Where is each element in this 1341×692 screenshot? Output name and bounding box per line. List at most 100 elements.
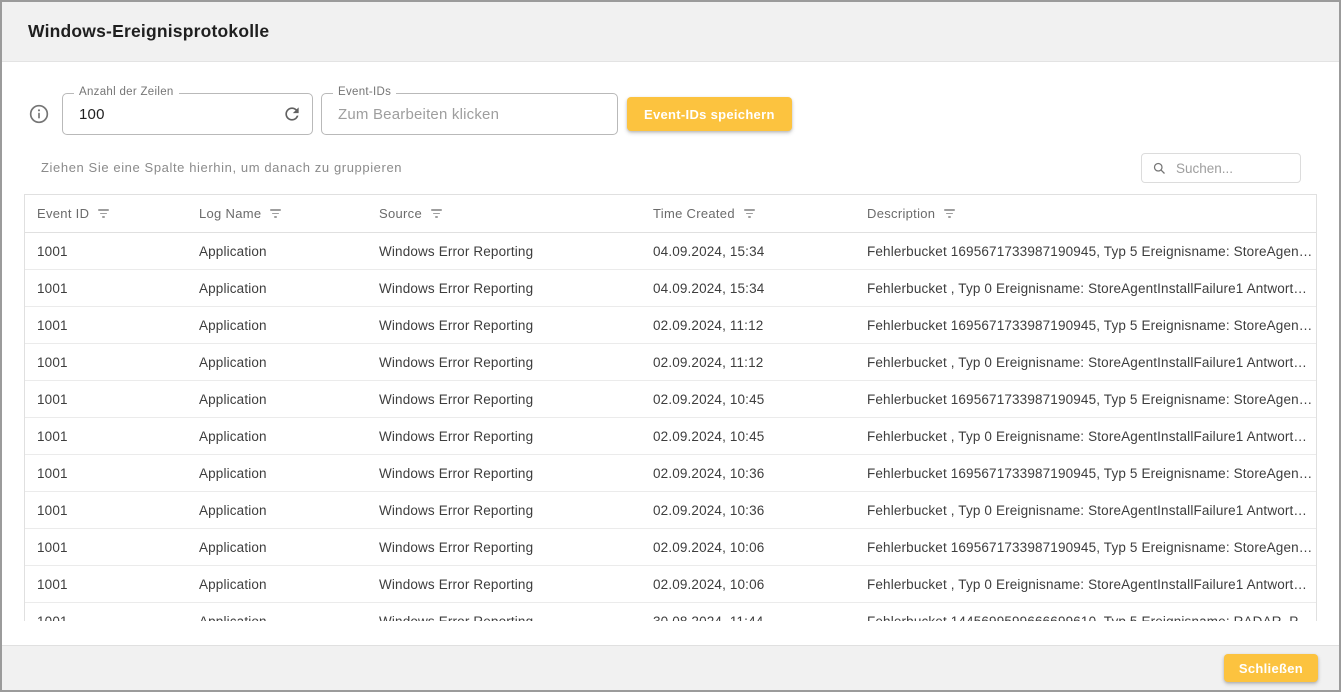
table-row[interactable]: 1001 Application Windows Error Reporting… (25, 233, 1316, 270)
cell-source: Windows Error Reporting (367, 233, 641, 269)
cell-log-name: Application (187, 455, 367, 491)
column-header-label: Event ID (37, 206, 89, 221)
cell-log-name: Application (187, 270, 367, 306)
filter-icon[interactable] (268, 205, 283, 222)
cell-log-name: Application (187, 307, 367, 343)
cell-time-created: 02.09.2024, 11:12 (641, 344, 855, 380)
cell-source: Windows Error Reporting (367, 418, 641, 454)
cell-time-created: 02.09.2024, 10:45 (641, 381, 855, 417)
cell-time-created: 02.09.2024, 10:06 (641, 529, 855, 565)
cell-log-name: Application (187, 492, 367, 528)
table-row[interactable]: 1001 Application Windows Error Reporting… (25, 344, 1316, 381)
cell-event-id: 1001 (25, 492, 187, 528)
group-by-hint: Ziehen Sie eine Spalte hierhin, um danac… (41, 160, 402, 175)
controls-row: Anzahl der Zeilen Event-IDs Event-IDs sp… (24, 93, 1317, 135)
column-header-label: Time Created (653, 206, 735, 221)
cell-source: Windows Error Reporting (367, 529, 641, 565)
save-event-ids-button[interactable]: Event-IDs speichern (627, 97, 792, 131)
row-count-field[interactable]: Anzahl der Zeilen (62, 93, 313, 135)
cell-event-id: 1001 (25, 529, 187, 565)
search-box[interactable] (1141, 153, 1301, 183)
table-row[interactable]: 1001 Application Windows Error Reporting… (25, 418, 1316, 455)
cell-source: Windows Error Reporting (367, 492, 641, 528)
cell-description: Fehlerbucket , Typ 0 Ereignisname: Store… (855, 566, 1316, 602)
cell-event-id: 1001 (25, 381, 187, 417)
cell-time-created: 30.08.2024, 11:44 (641, 603, 855, 621)
cell-source: Windows Error Reporting (367, 270, 641, 306)
cell-log-name: Application (187, 603, 367, 621)
cell-event-id: 1001 (25, 307, 187, 343)
column-header-label: Log Name (199, 206, 261, 221)
filter-icon[interactable] (429, 205, 444, 222)
cell-description: Fehlerbucket 1445699599666699610, Typ 5 … (855, 603, 1316, 621)
event-log-table: Event ID Log Name Source Time Created De… (24, 194, 1317, 621)
cell-event-id: 1001 (25, 270, 187, 306)
cell-time-created: 04.09.2024, 15:34 (641, 233, 855, 269)
table-row[interactable]: 1001 Application Windows Error Reporting… (25, 492, 1316, 529)
table-viewport: Event ID Log Name Source Time Created De… (24, 194, 1317, 621)
table-body: 1001 Application Windows Error Reporting… (25, 233, 1316, 621)
filter-icon[interactable] (742, 205, 757, 222)
cell-description: Fehlerbucket , Typ 0 Ereignisname: Store… (855, 270, 1316, 306)
cell-log-name: Application (187, 566, 367, 602)
column-header-label: Description (867, 206, 935, 221)
windows-event-logs-dialog: Windows-Ereignisprotokolle Anzahl der Ze… (0, 0, 1341, 692)
cell-time-created: 02.09.2024, 10:45 (641, 418, 855, 454)
column-header[interactable]: Source (367, 195, 641, 232)
cell-description: Fehlerbucket , Typ 0 Ereignisname: Store… (855, 344, 1316, 380)
table-row[interactable]: 1001 Application Windows Error Reporting… (25, 529, 1316, 566)
table-header-row: Event ID Log Name Source Time Created De… (25, 195, 1316, 233)
cell-time-created: 02.09.2024, 10:36 (641, 492, 855, 528)
table-row[interactable]: 1001 Application Windows Error Reporting… (25, 455, 1316, 492)
info-icon[interactable] (29, 104, 49, 124)
column-header[interactable]: Time Created (641, 195, 855, 232)
group-hint-row: Ziehen Sie eine Spalte hierhin, um danac… (24, 153, 1317, 183)
refresh-icon[interactable] (282, 104, 302, 124)
cell-event-id: 1001 (25, 566, 187, 602)
search-icon (1152, 161, 1167, 176)
cell-source: Windows Error Reporting (367, 344, 641, 380)
event-ids-input[interactable] (336, 105, 607, 124)
cell-event-id: 1001 (25, 344, 187, 380)
cell-source: Windows Error Reporting (367, 455, 641, 491)
dialog-footer: Schließen (2, 645, 1339, 690)
event-ids-label: Event-IDs (333, 86, 396, 98)
dialog-body: Anzahl der Zeilen Event-IDs Event-IDs sp… (2, 62, 1339, 645)
close-button[interactable]: Schließen (1224, 654, 1318, 682)
cell-description: Fehlerbucket , Typ 0 Ereignisname: Store… (855, 418, 1316, 454)
cell-time-created: 02.09.2024, 10:06 (641, 566, 855, 602)
cell-event-id: 1001 (25, 418, 187, 454)
page-title: Windows-Ereignisprotokolle (28, 21, 269, 42)
search-input[interactable] (1174, 160, 1292, 177)
cell-source: Windows Error Reporting (367, 381, 641, 417)
row-count-input[interactable] (77, 105, 282, 124)
cell-log-name: Application (187, 529, 367, 565)
cell-description: Fehlerbucket 1695671733987190945, Typ 5 … (855, 233, 1316, 269)
table-row[interactable]: 1001 Application Windows Error Reporting… (25, 381, 1316, 418)
event-ids-field[interactable]: Event-IDs (321, 93, 618, 135)
column-header[interactable]: Log Name (187, 195, 367, 232)
cell-event-id: 1001 (25, 455, 187, 491)
column-header[interactable]: Description (855, 195, 1316, 232)
cell-description: Fehlerbucket 1695671733987190945, Typ 5 … (855, 529, 1316, 565)
column-header-label: Source (379, 206, 422, 221)
cell-time-created: 04.09.2024, 15:34 (641, 270, 855, 306)
filter-icon[interactable] (942, 205, 957, 222)
filter-icon[interactable] (96, 205, 111, 222)
cell-description: Fehlerbucket 1695671733987190945, Typ 5 … (855, 455, 1316, 491)
cell-event-id: 1001 (25, 603, 187, 621)
row-count-label: Anzahl der Zeilen (74, 86, 179, 98)
cell-log-name: Application (187, 233, 367, 269)
column-header[interactable]: Event ID (25, 195, 187, 232)
cell-log-name: Application (187, 418, 367, 454)
cell-description: Fehlerbucket , Typ 0 Ereignisname: Store… (855, 492, 1316, 528)
cell-source: Windows Error Reporting (367, 566, 641, 602)
cell-time-created: 02.09.2024, 11:12 (641, 307, 855, 343)
cell-description: Fehlerbucket 1695671733987190945, Typ 5 … (855, 307, 1316, 343)
table-row[interactable]: 1001 Application Windows Error Reporting… (25, 307, 1316, 344)
cell-log-name: Application (187, 381, 367, 417)
cell-event-id: 1001 (25, 233, 187, 269)
table-row[interactable]: 1001 Application Windows Error Reporting… (25, 566, 1316, 603)
table-row[interactable]: 1001 Application Windows Error Reporting… (25, 270, 1316, 307)
table-row[interactable]: 1001 Application Windows Error Reporting… (25, 603, 1316, 621)
